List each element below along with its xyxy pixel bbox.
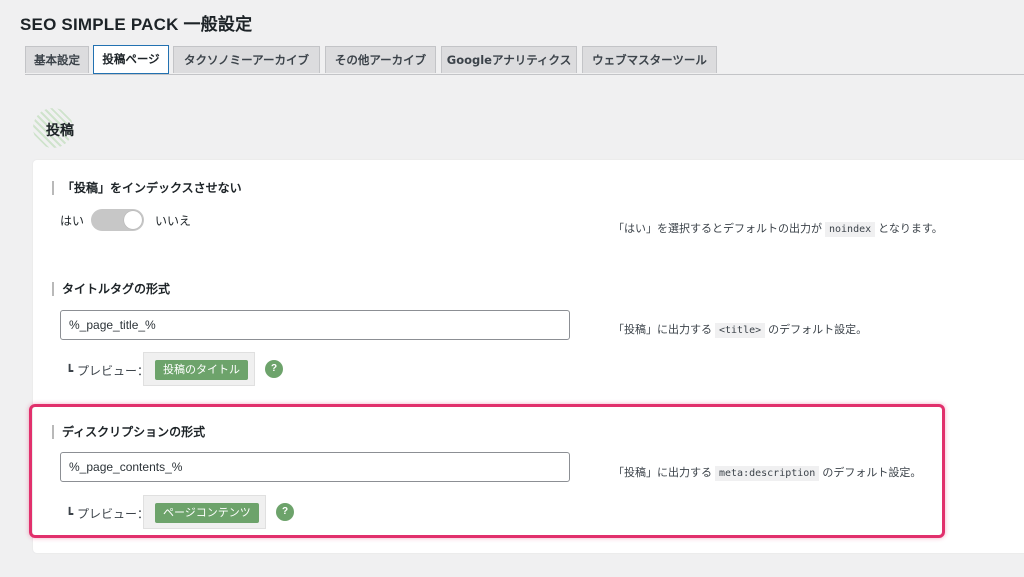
description-code: noindex (825, 222, 876, 237)
description-text: となります。 (878, 222, 943, 235)
settings-panel: 「投稿」をインデックスさせない はい いいえ 「はい」を選択するとデフォルトの出… (33, 160, 1024, 553)
toggle-no-label: いいえ (155, 214, 192, 228)
description-preview-box: ページコンテンツ (143, 495, 266, 529)
tab-other-archive[interactable]: その他アーカイブ (325, 46, 436, 73)
tab-google-analytics[interactable]: Googleアナリティクス (441, 46, 577, 73)
description-format-input[interactable] (60, 452, 570, 482)
description-text: 「はい」を選択するとデフォルトの出力が (613, 222, 822, 235)
toggle-knob (124, 211, 142, 229)
description-text: 「投稿」に出力する (613, 466, 712, 479)
description-preview-label: ┗ プレビュー： (66, 507, 150, 521)
title-preview-box: 投稿のタイトル (143, 352, 255, 386)
tab-bar: 基本設定 投稿ページ タクソノミーアーカイブ その他アーカイブ Googleアナ… (25, 45, 1024, 75)
tab-webmaster-tools[interactable]: ウェブマスターツール (582, 46, 717, 73)
section-title: 投稿 (46, 123, 74, 139)
page-title: SEO SIMPLE PACK 一般設定 (20, 15, 253, 34)
title-format-label: タイトルタグの形式 (52, 282, 170, 296)
title-preview-value: 投稿のタイトル (155, 360, 248, 380)
title-help-icon[interactable]: ? (265, 360, 283, 378)
description-code: <title> (715, 323, 766, 338)
tab-basic-settings[interactable]: 基本設定 (25, 46, 89, 73)
noindex-description: 「はい」を選択するとデフォルトの出力が noindex となります。 (613, 220, 943, 237)
description-preview-value: ページコンテンツ (155, 503, 259, 523)
description-text: のデフォルト設定。 (822, 466, 922, 479)
noindex-toggle[interactable] (91, 209, 144, 231)
description-format-description: 「投稿」に出力する meta:description のデフォルト設定。 (613, 464, 922, 481)
tab-post-page[interactable]: 投稿ページ (93, 45, 169, 74)
title-format-input[interactable] (60, 310, 570, 340)
tab-taxonomy-archive[interactable]: タクソノミーアーカイブ (173, 46, 320, 73)
title-format-description: 「投稿」に出力する <title> のデフォルト設定。 (613, 321, 868, 338)
description-text: のデフォルト設定。 (768, 323, 868, 336)
noindex-label: 「投稿」をインデックスさせない (52, 181, 242, 195)
description-help-icon[interactable]: ? (276, 503, 294, 521)
description-format-label: ディスクリプションの形式 (52, 425, 205, 439)
description-code: meta:description (715, 466, 820, 481)
toggle-yes-label: はい (60, 214, 85, 228)
description-text: 「投稿」に出力する (613, 323, 712, 336)
title-preview-label: ┗ プレビュー： (66, 364, 150, 378)
